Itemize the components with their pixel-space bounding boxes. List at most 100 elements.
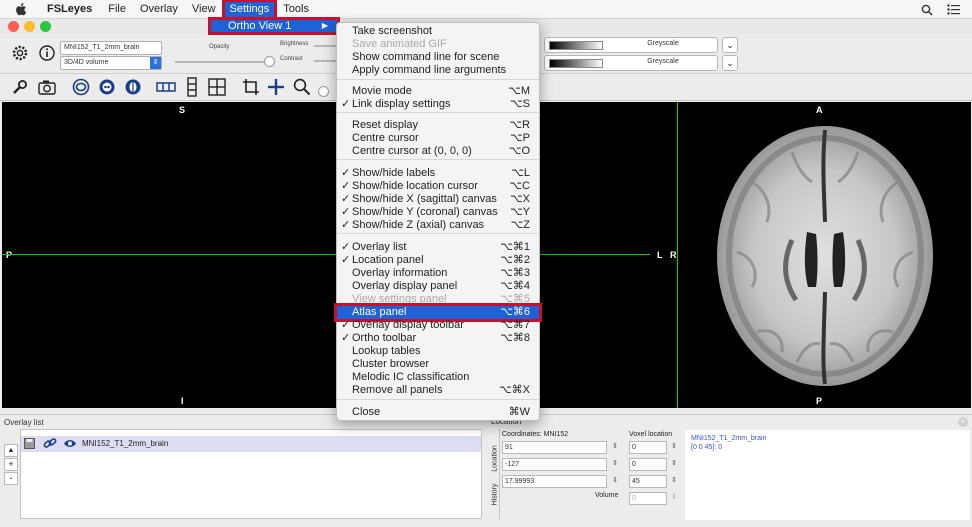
menu-item-location-panel[interactable]: ✓ Location panel ⌥⌘2 [337, 254, 539, 267]
menu-item-link-display-settings[interactable]: ✓ Link display settings ⌥S [337, 98, 539, 111]
coronal-view-icon[interactable] [96, 77, 118, 97]
menu-item-overlay-display-toolbar[interactable]: ✓ Overlay display toolbar ⌥⌘7 [337, 319, 539, 332]
negative-colour-map-select[interactable]: Greyscale [544, 55, 718, 71]
menu-item-melodic-ic-classification[interactable]: Melodic IC classification [337, 371, 539, 384]
menu-item-label: Centre cursor at (0, 0, 0) [352, 145, 472, 157]
menu-item-show-hide-location-cursor[interactable]: ✓ Show/hide location cursor ⌥C [337, 180, 539, 193]
menu-item-label: Show command line for scene [352, 51, 500, 63]
menu-item-lookup-tables[interactable]: Lookup tables [337, 345, 539, 358]
contrast-label: Contrast [280, 56, 303, 62]
menu-item-show-hide-z-axial-canvas[interactable]: ✓ Show/hide Z (axial) canvas ⌥Z [337, 219, 539, 232]
info-icon[interactable] [36, 43, 58, 63]
apple-icon[interactable] [14, 2, 28, 16]
colour-map-select[interactable]: Greyscale [544, 37, 718, 53]
menu-item-centre-cursor[interactable]: Centre cursor ⌥P [337, 132, 539, 145]
overlay-list-item-name[interactable]: MNI152_T1_2mm_brain [82, 439, 168, 448]
menu-item-overlay-information[interactable]: Overlay information ⌥⌘3 [337, 267, 539, 280]
menu-item-reset-display[interactable]: Reset display ⌥R [337, 119, 539, 132]
overlay-list-title: Overlay list [4, 418, 44, 427]
voxel-z-stepper[interactable]: ⇕ [670, 475, 678, 488]
brightness-slider[interactable] [314, 45, 336, 47]
voxel-y-stepper[interactable]: ⇕ [670, 458, 678, 471]
menu-item-label: Remove all panels [352, 384, 443, 396]
voxel-y-field[interactable]: 0 [629, 458, 667, 471]
menu-item-shortcut: ⌥P [509, 132, 530, 144]
menu-item-view-settings-panel: View settings panel ⌥⌘5 [337, 293, 539, 306]
menu-item-take-screenshot[interactable]: Take screenshot [337, 25, 539, 38]
close-icon[interactable]: × [958, 417, 968, 427]
menu-item-ortho-toolbar[interactable]: ✓ Ortho toolbar ⌥⌘8 [337, 332, 539, 345]
link-icon[interactable] [43, 437, 57, 450]
history-tab[interactable]: History [492, 475, 499, 515]
world-x-field[interactable]: 91 [502, 441, 607, 454]
wrench-icon[interactable] [9, 77, 31, 97]
negative-colour-map-label: Greyscale [647, 58, 679, 65]
contrast-slider[interactable] [314, 60, 336, 62]
location-info-box: MNI152_T1_2mm_brain [0 0 45]: 0 [685, 430, 970, 520]
voxel-x-stepper[interactable]: ⇕ [670, 441, 678, 454]
voxel-z-field[interactable]: 45 [629, 475, 667, 488]
menu-item-show-hide-labels[interactable]: ✓ Show/hide labels ⌥L [337, 167, 539, 180]
voxel-x-field[interactable]: 0 [629, 441, 667, 454]
close-window-button[interactable] [8, 21, 19, 32]
vertical-layout-icon[interactable] [181, 77, 203, 97]
chevron-down-icon[interactable]: ⌄ [722, 55, 738, 71]
menu-item-show-command-line-for-scene[interactable]: Show command line for scene [337, 51, 539, 64]
camera-icon[interactable] [36, 77, 58, 97]
sagittal-view-icon[interactable] [70, 77, 92, 97]
menu-view[interactable]: View [185, 0, 223, 19]
zoom-icon[interactable] [291, 77, 313, 97]
opacity-slider-knob[interactable] [264, 56, 275, 67]
menu-item-cluster-browser[interactable]: Cluster browser [337, 358, 539, 371]
checkmark-icon: ✓ [341, 219, 351, 231]
plus-crosshair-icon[interactable] [265, 77, 287, 97]
menu-item-movie-mode[interactable]: Movie mode ⌥M [337, 85, 539, 98]
save-icon[interactable] [24, 438, 35, 449]
menu-app-name[interactable]: FSLeyes [40, 0, 99, 19]
location-tab[interactable]: Location [492, 439, 499, 479]
menu-item-shortcut: ⌥O [508, 145, 530, 157]
menu-item-centre-cursor-at-0-0-0[interactable]: Centre cursor at (0, 0, 0) ⌥O [337, 145, 539, 158]
grid-layout-icon[interactable] [206, 77, 228, 97]
menu-item-remove-all-panels[interactable]: Remove all panels ⌥⌘X [337, 384, 539, 397]
menu-file[interactable]: File [101, 0, 133, 19]
menu-item-overlay-list[interactable]: ✓ Overlay list ⌥⌘1 [337, 241, 539, 254]
checkmark-icon: ✓ [341, 180, 351, 192]
menu-item-show-hide-y-coronal-canvas[interactable]: ✓ Show/hide Y (coronal) canvas ⌥Y [337, 206, 539, 219]
horizontal-layout-icon[interactable] [155, 77, 177, 97]
world-z-stepper[interactable]: ⇕ [611, 475, 619, 488]
eye-icon[interactable] [63, 438, 77, 449]
menu-item-show-hide-x-sagittal-canvas[interactable]: ✓ Show/hide X (sagittal) canvas ⌥X [337, 193, 539, 206]
gear-icon[interactable] [9, 43, 31, 63]
zoom-window-button[interactable] [40, 21, 51, 32]
world-x-stepper[interactable]: ⇕ [611, 441, 619, 454]
menu-item-apply-command-line-arguments[interactable]: Apply command line arguments [337, 64, 539, 77]
minimize-window-button[interactable] [24, 21, 35, 32]
menu-item-shortcut: ⌘W [508, 406, 530, 418]
axial-view-icon[interactable] [122, 77, 144, 97]
menu-item-close[interactable]: Close ⌘W [337, 406, 539, 419]
world-y-stepper[interactable]: ⇕ [611, 458, 619, 471]
menu-item-overlay-display-panel[interactable]: Overlay display panel ⌥⌘4 [337, 280, 539, 293]
world-z-field[interactable]: 17.99993 [502, 475, 607, 488]
menu-item-shortcut: ⌥⌘7 [500, 319, 530, 331]
chevron-down-icon[interactable]: ⌄ [722, 37, 738, 53]
menu-tools[interactable]: Tools [276, 0, 316, 19]
settings-submenu-ortho-view[interactable]: Ortho View 1 ▶ [208, 17, 340, 35]
zoom-slider-knob[interactable] [318, 86, 329, 97]
notification-center-icon[interactable] [947, 4, 960, 15]
menu-overlay[interactable]: Overlay [133, 0, 185, 19]
spotlight-search-icon[interactable] [921, 4, 933, 16]
overlay-type-select[interactable]: 3D/4D volume ⇕ [60, 56, 162, 70]
move-up-button[interactable]: ▲ [4, 444, 18, 457]
opacity-slider[interactable] [175, 61, 265, 63]
overlay-name-field[interactable]: MNI152_T1_2mm_brain [60, 41, 162, 55]
crop-icon[interactable] [240, 77, 262, 97]
menu-item-shortcut: ⌥X [509, 193, 530, 205]
menu-item-atlas-panel[interactable]: Atlas panel ⌥⌘6 [334, 303, 542, 322]
menu-item-label: Reset display [352, 119, 419, 131]
remove-overlay-button[interactable]: - [4, 472, 18, 485]
menu-settings[interactable]: Settings [221, 0, 278, 20]
add-overlay-button[interactable]: + [4, 458, 18, 471]
world-y-field[interactable]: -127 [502, 458, 607, 471]
